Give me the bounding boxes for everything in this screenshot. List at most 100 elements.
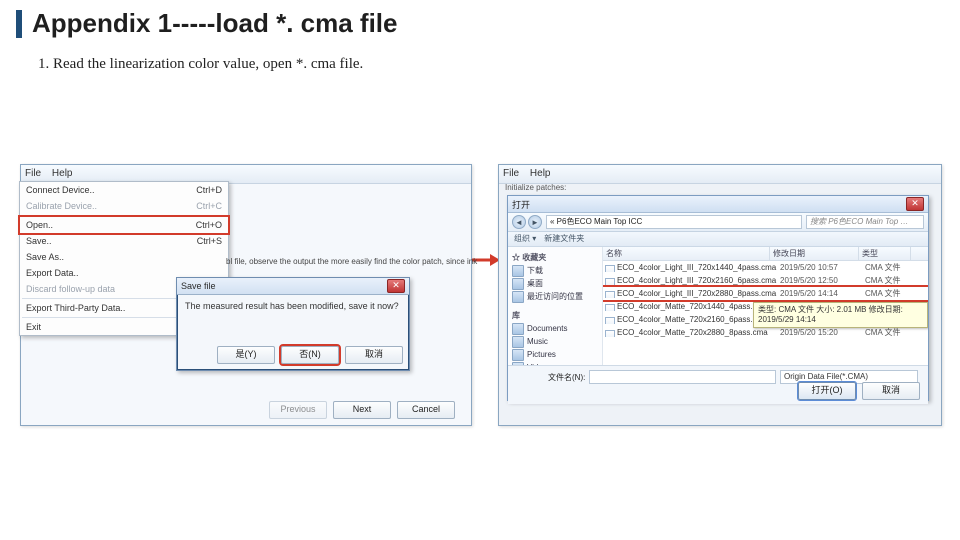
close-icon[interactable]: ✕ (387, 279, 405, 293)
open-dialog-footer: 文件名(N): Origin Data File(*.CMA) 打开(O) 取消 (508, 365, 928, 404)
search-input[interactable]: 搜索 P6色ECO Main Top … (806, 215, 924, 229)
menu-connect-device[interactable]: Connect Device.. Ctrl+D (20, 182, 228, 198)
pictures-icon (512, 349, 524, 361)
menu-discard-followup-label: Discard follow-up data (26, 284, 115, 294)
documents-icon (512, 323, 524, 335)
next-button[interactable]: Next (333, 401, 391, 419)
file-name: ECO_4color_Matte_720x2160_6pass.cma (603, 315, 777, 324)
filename-label: 文件名(N): (548, 372, 585, 383)
cancel-button[interactable]: 取消 (345, 346, 403, 364)
menu-help[interactable]: Help (530, 168, 551, 179)
music-icon (512, 336, 524, 348)
instruction-text: bl file, observe the output the more eas… (226, 257, 486, 266)
sidebar: ☆ 收藏夹 下载 桌面 最近访问的位置 库 Documents Music Pi… (508, 247, 603, 365)
sidebar-item-label: 最近访问的位置 (527, 291, 583, 302)
menu-save-as-label: Save As.. (26, 252, 64, 262)
open-button[interactable]: 打开(O) (798, 382, 856, 400)
col-type[interactable]: 类型 (859, 247, 911, 260)
back-icon[interactable]: ◄ (512, 215, 526, 229)
file-date: 2019/5/20 10:57 (777, 263, 862, 272)
save-dialog-title: Save file (181, 281, 216, 291)
sidebar-item-label: 桌面 (527, 278, 543, 289)
menu-help[interactable]: Help (52, 168, 73, 179)
file-name: ECO_4color_Light_III_720x2880_8pass.cma (603, 289, 777, 298)
save-dialog-message: The measured result has been modified, s… (177, 295, 409, 317)
menu-open[interactable]: Open.. Ctrl+O (20, 217, 228, 233)
menu-export-data-label: Export Data.. (26, 268, 79, 278)
sidebar-item-label: Music (527, 337, 548, 346)
sidebar-libraries[interactable]: 库 (510, 309, 600, 322)
sidebar-item-recent[interactable]: 最近访问的位置 (510, 290, 600, 303)
file-tooltip: 类型: CMA 文件 大小: 2.01 MB 修改日期: 2019/5/29 1… (753, 302, 928, 328)
open-dialog-toolbar: 组织 ▾ 新建文件夹 (508, 232, 928, 247)
file-name: ECO_4color_Light_III_720x2160_6pass.cma (603, 276, 777, 285)
file-type: CMA 文件 (862, 288, 910, 299)
sidebar-item-downloads[interactable]: 下载 (510, 264, 600, 277)
file-list-pane: 名称 修改日期 类型 ECO_4color_Light_III_720x1440… (603, 247, 928, 365)
forward-icon[interactable]: ► (528, 215, 542, 229)
file-row[interactable]: ECO_4color_Light_III_720x1440_4pass.cma2… (603, 261, 928, 274)
menubar-right[interactable]: File Help (499, 165, 941, 184)
menu-save-label: Save.. (26, 236, 52, 246)
open-file-dialog: 打开 ✕ ◄ ► « P6色ECO Main Top ICC 搜索 P6色ECO… (507, 195, 929, 401)
sidebar-item-label: 下载 (527, 265, 543, 276)
sidebar-item-pictures[interactable]: Pictures (510, 348, 600, 361)
file-type: CMA 文件 (862, 262, 910, 273)
recent-icon (512, 291, 524, 303)
menu-calibrate-device-label: Calibrate Device.. (26, 201, 97, 211)
close-icon[interactable]: ✕ (906, 197, 924, 211)
file-date: 2019/5/20 15:20 (777, 328, 862, 337)
menu-open-label: Open.. (26, 220, 53, 230)
filename-input[interactable] (589, 370, 776, 384)
step-1-text: 1. Read the linearization color value, o… (38, 56, 363, 73)
col-date[interactable]: 修改日期 (770, 247, 859, 260)
heading-accent (16, 10, 22, 38)
app-window-right: File Help Initialize patches: 打开 ✕ ◄ ► «… (498, 164, 942, 426)
nav-arrows: ◄ ► (512, 215, 542, 229)
menu-file[interactable]: File (25, 168, 41, 179)
menu-connect-device-label: Connect Device.. (26, 185, 95, 195)
no-button[interactable]: 否(N) (281, 346, 339, 364)
cancel-button[interactable]: 取消 (862, 382, 920, 400)
app-window-left: File Help Connect Device.. Ctrl+D Calibr… (20, 164, 472, 426)
open-dialog-title: 打开 (512, 198, 530, 211)
file-type: CMA 文件 (862, 275, 910, 286)
sidebar-item-music[interactable]: Music (510, 335, 600, 348)
save-file-dialog: Save file ✕ The measured result has been… (176, 277, 410, 371)
cancel-button[interactable]: Cancel (397, 401, 455, 419)
menu-open-shortcut: Ctrl+O (196, 220, 222, 230)
menu-calibrate-device: Calibrate Device.. Ctrl+C (20, 198, 228, 214)
organize-button[interactable]: 组织 ▾ (514, 232, 536, 246)
menu-calibrate-device-shortcut: Ctrl+C (196, 201, 222, 211)
file-list-header: 名称 修改日期 类型 (603, 247, 928, 261)
desktop-icon (512, 278, 524, 290)
file-name: ECO_4color_Matte_720x1440_4pass.cma (603, 302, 777, 311)
file-name: ECO_4color_Matte_720x2880_8pass.cma (603, 328, 777, 337)
file-type: CMA 文件 (862, 327, 910, 338)
sidebar-item-label: Pictures (527, 350, 556, 359)
menu-separator (22, 215, 226, 216)
menu-connect-device-shortcut: Ctrl+D (196, 185, 222, 195)
menu-save-as[interactable]: Save As.. (20, 249, 228, 265)
page-title: Appendix 1-----load *. cma file (32, 8, 398, 39)
sidebar-item-documents[interactable]: Documents (510, 322, 600, 335)
file-row[interactable]: ECO_4color_Light_III_720x2160_6pass.cma2… (603, 274, 928, 287)
downloads-icon (512, 265, 524, 277)
sidebar-item-label: Documents (527, 324, 567, 333)
sidebar-favorites[interactable]: ☆ 收藏夹 (510, 251, 600, 264)
menu-save[interactable]: Save.. Ctrl+S (20, 233, 228, 249)
new-folder-button[interactable]: 新建文件夹 (544, 232, 584, 246)
previous-button: Previous (269, 401, 327, 419)
breadcrumb[interactable]: « P6色ECO Main Top ICC (546, 215, 802, 229)
menu-export-thirdparty-label: Export Third-Party Data.. (26, 303, 125, 313)
file-date: 2019/5/20 14:14 (777, 289, 862, 298)
menu-exit-label: Exit (26, 322, 41, 332)
menu-file[interactable]: File (503, 168, 519, 179)
file-name: ECO_4color_Light_III_720x1440_4pass.cma (603, 263, 777, 272)
file-row[interactable]: ECO_4color_Light_III_720x2880_8pass.cma2… (603, 287, 928, 300)
col-name[interactable]: 名称 (603, 247, 770, 260)
menu-save-shortcut: Ctrl+S (197, 236, 222, 246)
yes-button[interactable]: 是(Y) (217, 346, 275, 364)
sidebar-item-desktop[interactable]: 桌面 (510, 277, 600, 290)
file-date: 2019/5/20 12:50 (777, 276, 862, 285)
